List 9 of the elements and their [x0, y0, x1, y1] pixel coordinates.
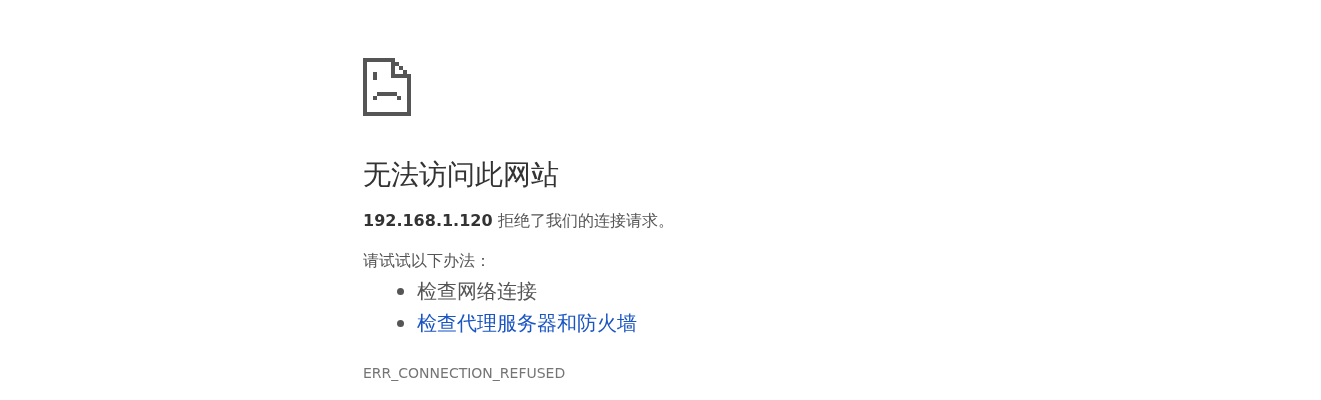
bullet-icon	[397, 287, 404, 295]
error-heading: 无法访问此网站	[363, 157, 559, 193]
error-code: ERR_CONNECTION_REFUSED	[363, 364, 566, 382]
error-message: 192.168.1.120 拒绝了我们的连接请求。	[363, 210, 674, 232]
bullet-icon	[397, 319, 404, 327]
sad-document-icon	[363, 58, 411, 116]
suggestions-label: 请试试以下办法：	[363, 250, 491, 272]
suggestion-text: 检查网络连接	[417, 278, 537, 304]
suggestion-link[interactable]: 检查代理服务器和防火墙	[417, 310, 637, 336]
